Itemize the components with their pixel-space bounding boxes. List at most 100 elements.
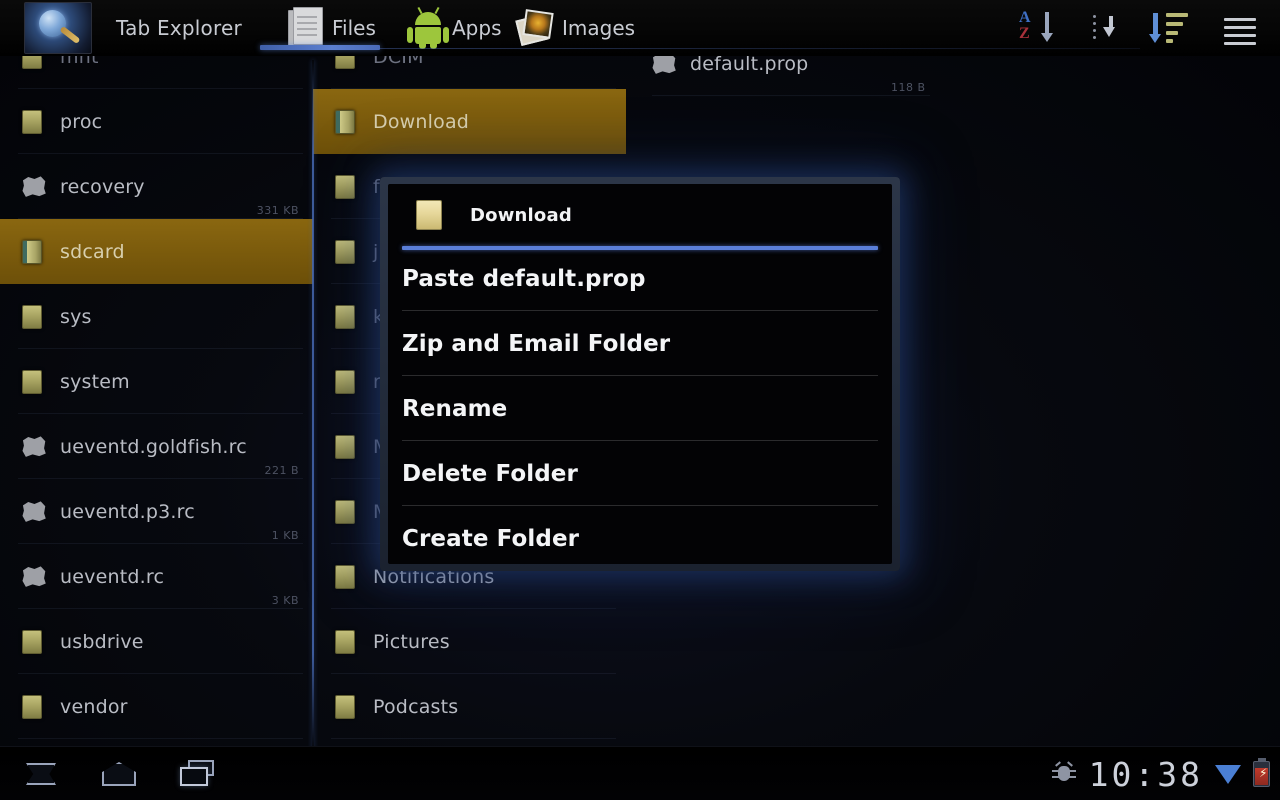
sidebar-item-label: recovery — [60, 175, 145, 198]
file-size: 3 KB — [271, 594, 299, 607]
folder-icon — [335, 629, 355, 654]
file-item-label: DCIM — [373, 56, 424, 68]
tab-images-label: Images — [562, 16, 636, 40]
tab-apps-label: Apps — [452, 16, 502, 40]
file-icon — [22, 176, 46, 197]
file-item-label: Download — [373, 110, 470, 133]
app-title: Tab Explorer — [116, 16, 242, 40]
file-item-label: Pictures — [373, 630, 450, 653]
folder-icon — [335, 434, 355, 459]
sidebar-item-proc[interactable]: proc — [0, 89, 313, 154]
file-size: 118 B — [891, 81, 926, 94]
folder-icon — [22, 694, 42, 719]
file-icon — [22, 566, 46, 587]
menu-item-rename[interactable]: Rename — [388, 376, 892, 441]
sidebar-item-label: usbdrive — [60, 630, 144, 653]
folder-icon — [22, 629, 42, 654]
folder-icon — [335, 56, 355, 69]
folder-icon — [22, 56, 42, 69]
sidebar-item-recovery[interactable]: recovery 331 KB — [0, 154, 313, 219]
android-debug-icon[interactable] — [1051, 761, 1077, 786]
sort-list-descending-icon[interactable] — [1146, 0, 1194, 56]
android-tablet-screen: Tab Explorer Files Apps Images A Z mnt p… — [0, 0, 1280, 800]
tab-files-label: Files — [332, 16, 376, 40]
sidebar-item-label: ueventd.p3.rc — [60, 500, 195, 523]
file-item-label: default.prop — [690, 56, 809, 75]
sort-alphabetical-icon[interactable]: AZ — [1016, 0, 1064, 56]
globe-magnifier-icon[interactable] — [24, 2, 92, 54]
sidebar-item-label: system — [60, 370, 130, 393]
tab-baseline — [260, 48, 1140, 49]
sidebar-item-label: sdcard — [60, 240, 125, 263]
photos-icon — [515, 7, 558, 49]
battery-charging-icon[interactable]: ⚡ — [1253, 758, 1270, 787]
sidebar-item-ueventd-goldfish-rc[interactable]: ueventd.goldfish.rc 221 B — [0, 414, 313, 479]
sidebar-item-label: ueventd.rc — [60, 565, 165, 588]
clock: 10:38 — [1088, 754, 1203, 794]
back-arrow-icon[interactable] — [14, 747, 68, 800]
file-icon — [22, 436, 46, 457]
folder-icon — [335, 564, 355, 589]
sidebar-item-label: sys — [60, 305, 92, 328]
sidebar-item-sys[interactable]: sys — [0, 284, 313, 349]
folder-icon — [22, 369, 42, 394]
sidebar-file-list[interactable]: mnt proc recovery 331 KB sdcard sys syst… — [0, 56, 313, 746]
dialog-header: Download — [388, 184, 892, 246]
file-item-label: j — [373, 240, 379, 263]
folder-icon — [416, 200, 442, 230]
folder-icon — [335, 174, 355, 199]
file-item-label: Podcasts — [373, 695, 459, 718]
menu-item-paste[interactable]: Paste default.prop — [388, 246, 892, 311]
action-bar: Tab Explorer Files Apps Images A Z — [0, 0, 1280, 56]
sidebar-item-ueventd-p3-rc[interactable]: ueventd.p3.rc 1 KB — [0, 479, 313, 544]
folder-open-icon — [22, 239, 42, 264]
folder-icon — [22, 109, 42, 134]
file-size: 1 KB — [271, 529, 299, 542]
dialog-title: Download — [470, 204, 572, 226]
menu-item-label: Paste default.prop — [402, 265, 646, 292]
file-icon — [652, 56, 676, 74]
file-item-download[interactable]: Download — [313, 89, 626, 154]
menu-item-label: Rename — [402, 395, 508, 422]
column-divider — [312, 60, 314, 750]
file-item-dcim[interactable]: DCIM — [313, 56, 626, 89]
file-item-podcasts[interactable]: Podcasts — [313, 674, 626, 739]
menu-item-label: Zip and Email Folder — [402, 330, 671, 357]
file-item-label: f — [373, 175, 380, 198]
wifi-icon[interactable] — [1215, 764, 1241, 784]
folder-icon — [22, 304, 42, 329]
menu-item-label: Create Folder — [402, 525, 580, 552]
folder-icon — [335, 304, 355, 329]
sidebar-item-sdcard[interactable]: sdcard — [0, 219, 313, 284]
file-item-default-prop[interactable]: default.prop 118 B — [626, 56, 1280, 96]
folder-icon — [335, 239, 355, 264]
android-robot-icon — [407, 6, 449, 49]
logo-handle — [59, 25, 81, 45]
menu-item-create-folder[interactable]: Create Folder — [388, 506, 892, 564]
menu-item-label: Delete Folder — [402, 460, 578, 487]
documents-icon — [288, 7, 328, 49]
tab-active-indicator — [260, 45, 380, 50]
sidebar-item-label: proc — [60, 110, 103, 133]
sidebar-item-label: ueventd.goldfish.rc — [60, 435, 247, 458]
folder-icon — [335, 499, 355, 524]
file-item-pictures[interactable]: Pictures — [313, 609, 626, 674]
menu-item-delete-folder[interactable]: Delete Folder — [388, 441, 892, 506]
folder-context-menu-dialog: Download Paste default.prop Zip and Emai… — [388, 184, 892, 564]
download-dotted-arrow-icon[interactable] — [1086, 0, 1134, 56]
system-navigation-bar: 10:38 ⚡ — [0, 746, 1280, 800]
sidebar-item-mnt[interactable]: mnt — [0, 56, 313, 89]
sidebar-item-system[interactable]: system — [0, 349, 313, 414]
home-icon[interactable] — [92, 747, 146, 800]
file-size: 221 B — [264, 464, 299, 477]
sidebar-item-ueventd-rc[interactable]: ueventd.rc 3 KB — [0, 544, 313, 609]
status-icons[interactable]: 10:38 ⚡ — [1051, 747, 1270, 800]
folder-icon — [335, 369, 355, 394]
sidebar-item-label: mnt — [60, 56, 99, 68]
file-icon — [22, 501, 46, 522]
sidebar-item-vendor[interactable]: vendor — [0, 674, 313, 739]
recent-apps-icon[interactable] — [170, 747, 224, 800]
sidebar-item-usbdrive[interactable]: usbdrive — [0, 609, 313, 674]
hamburger-menu-icon[interactable] — [1218, 0, 1262, 56]
menu-item-zip-and-email-folder[interactable]: Zip and Email Folder — [388, 311, 892, 376]
